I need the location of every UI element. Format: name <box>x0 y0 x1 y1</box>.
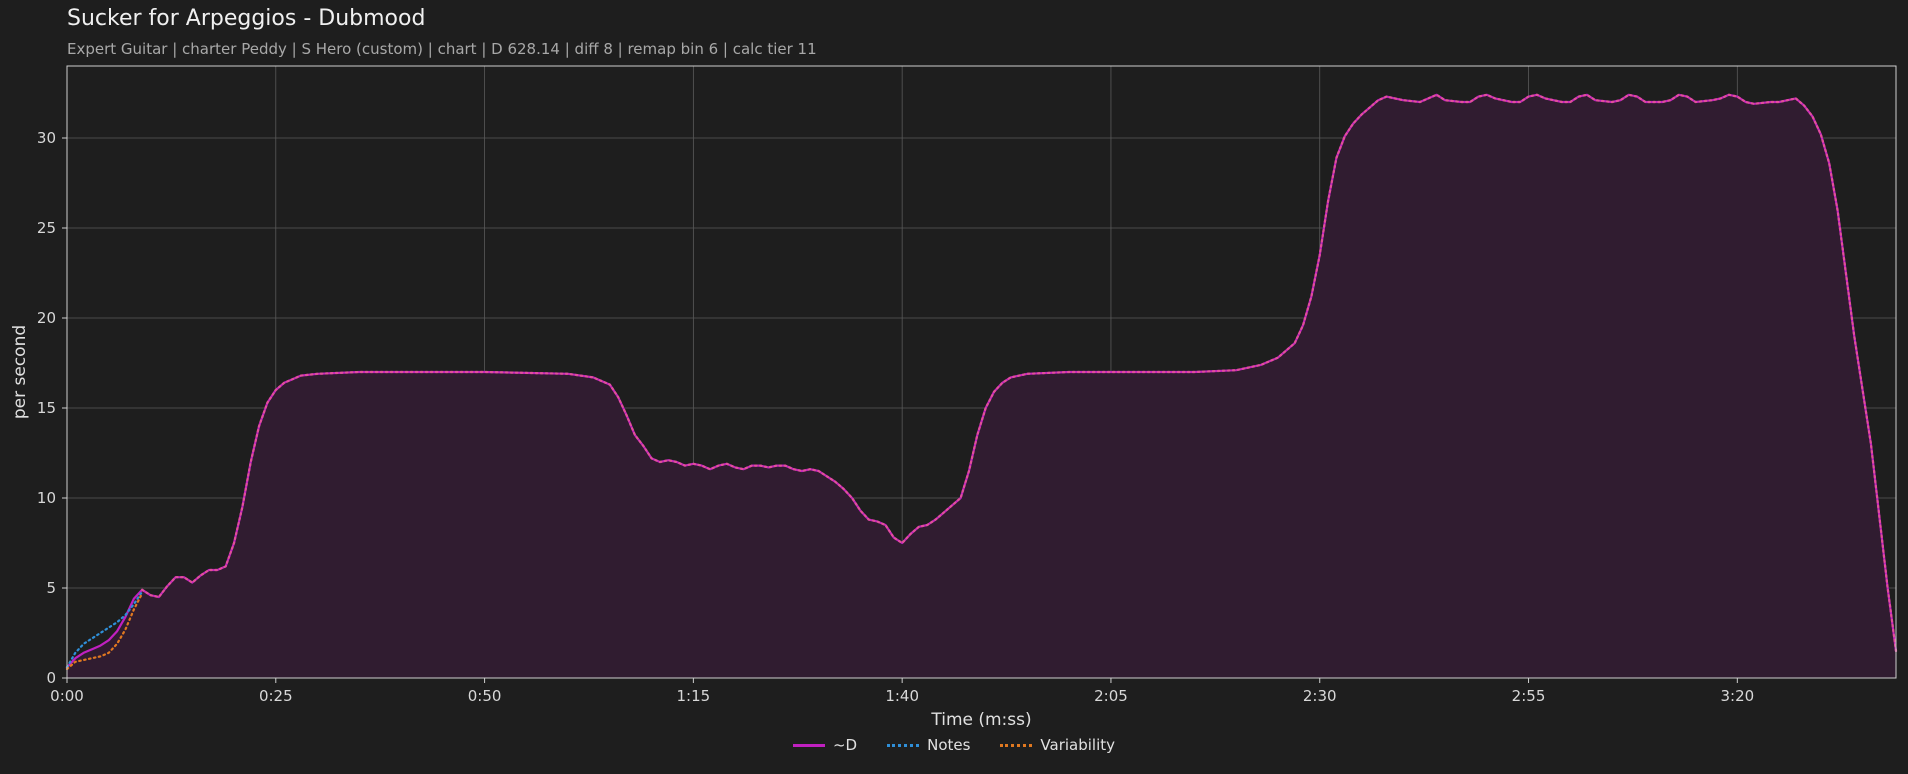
legend-swatch-d <box>792 743 825 747</box>
legend-item-variability: Variability <box>1000 736 1115 754</box>
y-tick-label: 0 <box>46 669 56 687</box>
x-tick-label: 2:30 <box>1303 687 1337 705</box>
y-axis-ticks: 0 5 10 15 20 25 30 <box>37 129 67 687</box>
x-tick-label: 0:50 <box>468 687 502 705</box>
legend-swatch-variability <box>1000 743 1033 747</box>
y-tick-label: 5 <box>46 579 56 597</box>
y-tick-label: 25 <box>37 219 56 237</box>
x-tick-label: 0:00 <box>50 687 84 705</box>
x-tick-label: 2:55 <box>1512 687 1546 705</box>
legend-swatch-notes <box>887 743 920 747</box>
legend-label-notes: Notes <box>927 736 971 754</box>
x-tick-label: 1:15 <box>677 687 711 705</box>
legend-item-notes: Notes <box>887 736 970 754</box>
x-axis-ticks: 0:00 0:25 0:50 1:15 1:40 2:05 2:30 2:55 3:20 <box>50 678 1754 705</box>
y-tick-label: 15 <box>37 399 56 417</box>
x-axis-label: Time (m:ss) <box>930 710 1031 730</box>
area-fill <box>67 94 1896 679</box>
legend-item-d: ~D <box>792 736 858 754</box>
legend: ~D Notes Variability <box>0 736 1908 754</box>
x-tick-label: 3:20 <box>1720 687 1754 705</box>
chart-plot: 0:00 0:25 0:50 1:15 1:40 2:05 2:30 2:55 3:20 0 5 1… <box>10 65 1898 730</box>
x-tick-label: 1:40 <box>885 687 919 705</box>
y-tick-label: 20 <box>37 309 56 327</box>
x-tick-label: 0:25 <box>259 687 293 705</box>
legend-label-variability: Variability <box>1040 736 1116 754</box>
y-tick-label: 30 <box>37 129 56 147</box>
legend-label-d: ~D <box>832 736 858 754</box>
y-axis-label: per second <box>10 325 30 419</box>
area-fill-d <box>67 94 1896 679</box>
x-tick-label: 2:05 <box>1094 687 1128 705</box>
y-tick-label: 10 <box>37 489 56 507</box>
